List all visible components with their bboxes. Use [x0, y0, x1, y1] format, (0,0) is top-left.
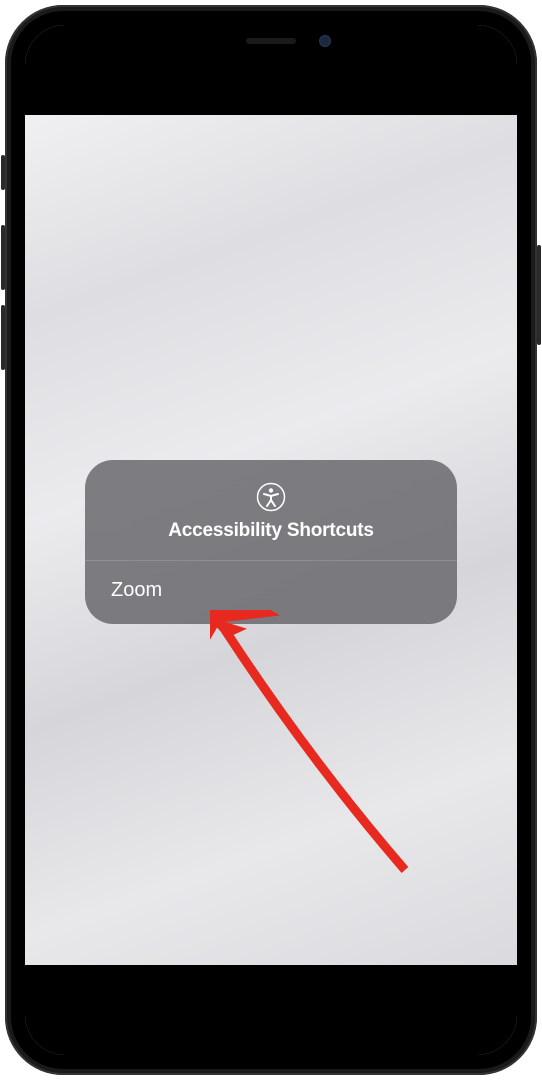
front-camera	[319, 35, 331, 47]
screen-letterbox-bottom	[25, 965, 517, 1055]
accessibility-icon	[256, 482, 286, 512]
phone-frame: Accessibility Shortcuts Zoom	[5, 5, 537, 1075]
screen-content: Accessibility Shortcuts Zoom	[25, 115, 517, 965]
mute-switch	[1, 155, 5, 190]
screen: Accessibility Shortcuts Zoom	[25, 25, 517, 1055]
shortcut-item-zoom[interactable]: Zoom	[85, 561, 457, 624]
power-button	[537, 245, 541, 345]
volume-down-button	[1, 305, 5, 370]
accessibility-shortcuts-popup: Accessibility Shortcuts Zoom	[85, 460, 457, 624]
phone-inner-frame: Accessibility Shortcuts Zoom	[11, 11, 531, 1069]
annotation-arrow	[210, 610, 430, 895]
popup-title: Accessibility Shortcuts	[105, 520, 437, 542]
notch	[156, 25, 386, 57]
volume-up-button	[1, 225, 5, 290]
speaker-grille	[246, 38, 296, 44]
popup-header: Accessibility Shortcuts	[85, 460, 457, 561]
